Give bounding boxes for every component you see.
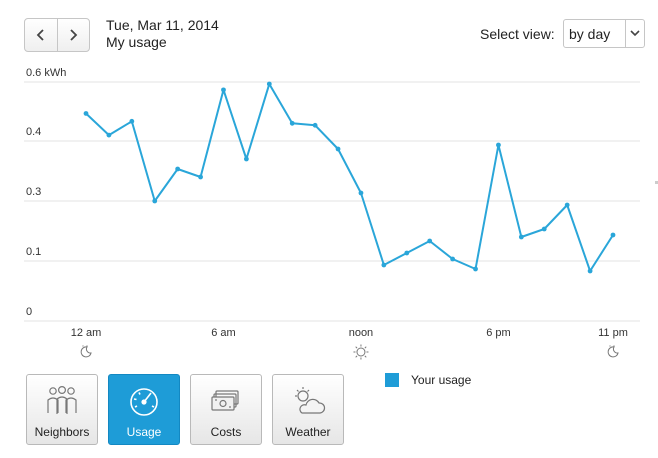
data-point — [129, 118, 135, 124]
tab-neighbors[interactable]: Neighbors — [26, 374, 98, 445]
data-point — [106, 132, 112, 138]
data-point — [152, 198, 158, 204]
data-point — [450, 256, 456, 262]
data-point — [83, 111, 89, 116]
y-tick-label: 0.1 — [26, 246, 41, 258]
y-tick-label: 0 — [26, 306, 32, 318]
data-point — [381, 262, 387, 268]
data-point — [496, 142, 501, 148]
people-icon — [47, 385, 77, 414]
data-point — [610, 232, 616, 238]
data-point — [312, 122, 318, 128]
gauge-icon — [130, 388, 158, 416]
y-tick-label: 0.6 kWh — [26, 67, 66, 79]
tab-usage[interactable]: Usage — [108, 374, 180, 445]
data-point — [289, 120, 295, 126]
usage-chart: 0.6 kWh 0.4 0.3 0.1 0 12 am 6 am noon 6 pm 11 pm — [24, 67, 640, 360]
legend-label: Your usage — [411, 373, 472, 387]
data-point — [518, 234, 524, 240]
weather-icon — [295, 387, 326, 414]
y-tick-label: 0.4 — [26, 126, 41, 138]
x-tick-label: 11 pm — [598, 327, 628, 339]
chart-legend: Your usage — [385, 373, 471, 387]
tab-label: Weather — [285, 425, 331, 439]
sun-icon — [353, 344, 369, 360]
data-point — [175, 166, 181, 172]
data-point — [427, 238, 433, 244]
x-tick-label: noon — [349, 327, 373, 339]
moon-icon — [80, 345, 92, 358]
tab-weather[interactable]: Weather — [272, 374, 344, 445]
money-icon — [211, 390, 239, 411]
data-point — [473, 266, 478, 272]
data-point — [404, 250, 410, 256]
data-point — [243, 156, 249, 162]
usage-line — [85, 82, 614, 272]
data-point — [541, 226, 547, 232]
data-point — [564, 202, 570, 208]
data-point — [198, 174, 203, 180]
tab-costs[interactable]: Costs — [190, 374, 262, 445]
y-tick-label: 0.3 — [26, 186, 41, 198]
data-point — [358, 190, 364, 196]
data-point — [221, 87, 226, 93]
x-tick-label: 12 am — [71, 327, 102, 339]
moon-icon — [607, 345, 619, 358]
tab-label: Costs — [210, 425, 242, 439]
tab-label: Neighbors — [34, 425, 90, 439]
x-tick-label: 6 am — [211, 327, 235, 339]
tab-label: Usage — [126, 425, 162, 439]
x-tick-label: 6 pm — [486, 327, 510, 339]
data-point — [587, 268, 593, 274]
data-point — [266, 81, 272, 87]
data-point — [335, 146, 341, 152]
legend-swatch — [385, 373, 399, 387]
